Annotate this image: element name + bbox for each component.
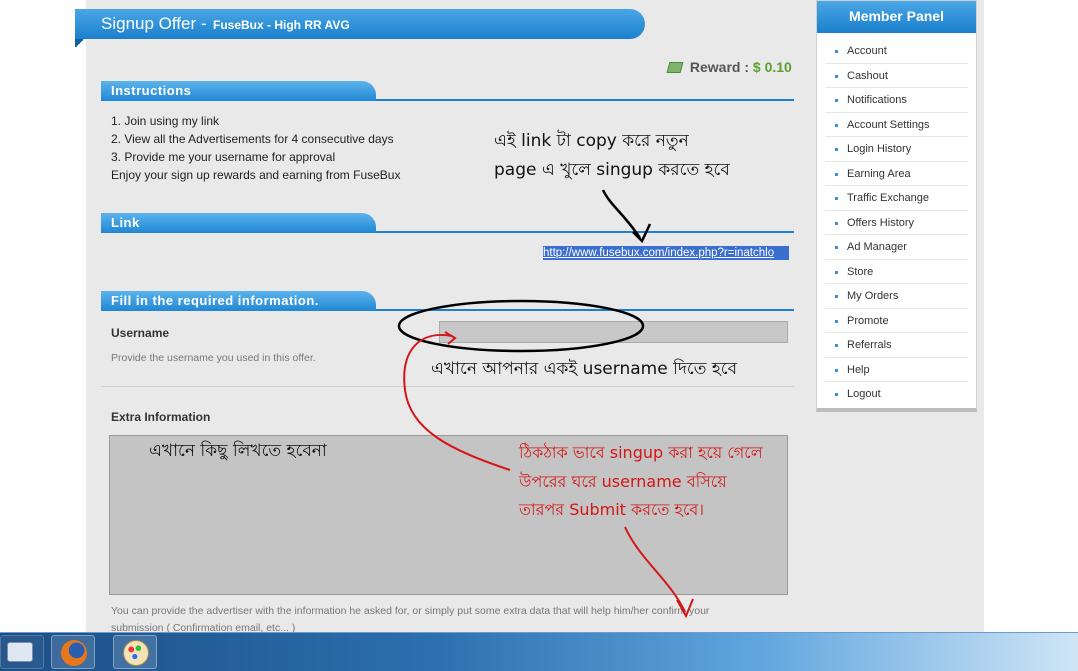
bullet-icon [835,197,838,200]
annotation-copy-link-line1: এই link টা copy করে নতুন [494,131,689,151]
bullet-icon [835,368,838,372]
instructions-heading: Instructions [101,81,376,101]
member-panel: Member Panel Account Cashout Notificatio… [816,0,977,412]
menu-item-label: Promote [847,314,889,327]
annotation-submit-line2: উপরের ঘরে username বসিয়ে [519,472,727,491]
reward-label: Reward : [689,59,750,75]
member-panel-heading: Member Panel [817,1,976,33]
member-menu-item-promote[interactable]: Promote [825,309,968,333]
member-menu-item-store[interactable]: Store [825,260,968,284]
form-heading: Fill in the required information. [101,291,376,311]
menu-item-label: Offers History [847,216,915,229]
form-section-header: Fill in the required information. [101,291,794,311]
taskbar-button-firefox[interactable] [51,635,95,669]
menu-item-label: Referrals [847,339,892,351]
username-help-text: Provide the username you used in this of… [111,352,316,364]
username-input[interactable] [439,321,788,343]
money-icon [666,62,684,73]
link-heading: Link [101,213,376,233]
bullet-icon [835,393,838,396]
username-label: Username [111,326,170,340]
bullet-icon [835,344,838,347]
menu-item-label: Account Settings [847,118,930,131]
annotation-copy-link-line2: page এ খুলে singup করতে হবে [494,160,730,180]
member-menu-item-cashout[interactable]: Cashout [825,64,968,88]
page-title: Signup Offer - [101,14,207,33]
bullet-icon [835,123,838,127]
bullet-icon [835,270,838,274]
bullet-icon [835,221,838,225]
member-menu-item-notifications[interactable]: Notifications [825,88,968,113]
menu-item-label: Login History [847,143,912,155]
menu-item-label: Ad Manager [847,241,907,253]
page-subtitle: FuseBux - High RR AVG [212,18,350,32]
instruction-line: Enjoy your sign up rewards and earning f… [111,168,401,182]
menu-item-label: My Orders [847,290,899,302]
menu-item-label: Help [847,363,870,376]
link-section-header: Link [101,213,794,233]
menu-item-label: Cashout [847,69,888,82]
bullet-icon [835,50,838,53]
member-menu-item-traffic-exchange[interactable]: Traffic Exchange [825,186,968,211]
menu-item-label: Earning Area [847,167,911,180]
member-menu-item-ad-manager[interactable]: Ad Manager [825,235,968,260]
reward-amount: $ 0.10 [752,59,792,75]
page-title-bar: Signup Offer - FuseBux - High RR AVG [75,9,645,47]
paint-icon [123,640,149,666]
bullet-icon [835,295,838,298]
taskbar-button-email[interactable] [0,635,44,669]
instruction-line: 3. Provide me your username for approval [111,150,336,164]
firefox-icon [61,640,87,666]
member-menu-item-logout[interactable]: Logout [825,382,968,407]
annotation-submit-line3: তারপর Submit করতে হবে। [519,500,705,519]
instruction-line: 1. Join using my link [111,114,220,128]
email-app-icon [7,642,33,662]
menu-item-label: Notifications [847,94,907,106]
bullet-icon [835,148,838,151]
menu-item-label: Traffic Exchange [847,192,929,204]
menu-item-label: Store [847,265,874,278]
member-menu-item-account[interactable]: Account [825,39,968,64]
bullet-icon [835,74,838,78]
reward-display: Reward : $ 0.10 [666,59,792,75]
annotation-submit-line1: ঠিকঠাক ভাবে singup করা হয়ে গেলে [519,443,763,462]
instruction-line: 2. View all the Advertisements for 4 con… [111,132,394,146]
bullet-icon [835,246,838,249]
menu-item-label: Logout [847,388,881,400]
taskbar-button-paint[interactable] [113,635,157,669]
member-menu-item-my-orders[interactable]: My Orders [825,284,968,309]
taskbar [0,632,1078,671]
annotation-extra-note: এখানে কিছু লিখতে হবেনা [149,441,327,461]
annotation-username-note: এখানে আপনার একই username দিতে হবে [431,359,738,379]
extra-info-label: Extra Information [111,410,211,424]
member-menu-item-offers-history[interactable]: Offers History [825,211,968,235]
bullet-icon [835,319,838,323]
member-panel-menu: Account Cashout Notifications Account Se… [817,33,976,407]
bullet-icon [835,172,838,176]
instructions-section-header: Instructions [101,81,794,101]
bullet-icon [835,99,838,102]
member-menu-item-referrals[interactable]: Referrals [825,333,968,358]
form-divider [101,386,794,387]
member-menu-item-help[interactable]: Help [825,358,968,382]
member-menu-item-account-settings[interactable]: Account Settings [825,113,968,137]
referral-link[interactable]: http://www.fusebux.com/index.php?r=inatc… [543,246,789,260]
menu-item-label: Account [847,45,887,57]
member-menu-item-earning-area[interactable]: Earning Area [825,162,968,186]
member-menu-item-login-history[interactable]: Login History [825,137,968,162]
